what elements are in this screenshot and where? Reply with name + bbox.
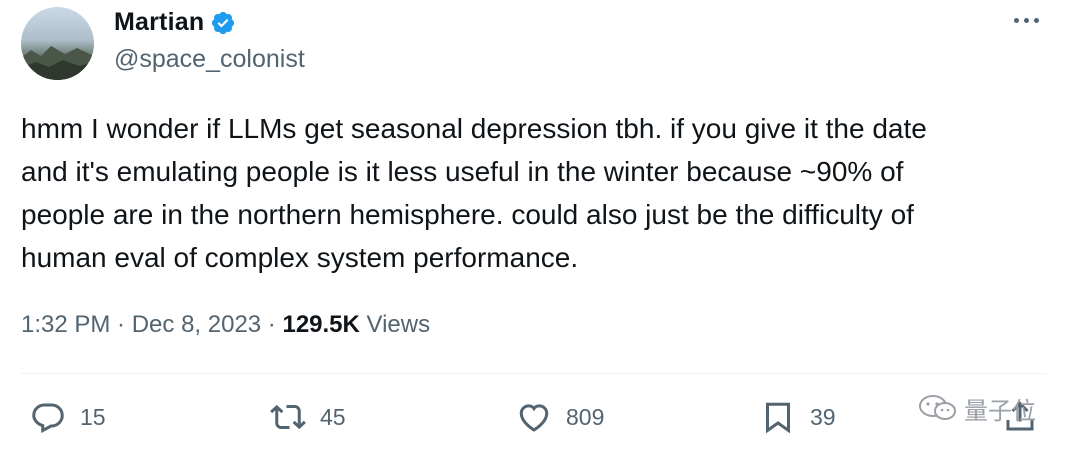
author-name-row: Martian bbox=[114, 8, 236, 37]
views-count: 129.5K bbox=[282, 311, 360, 338]
avatar[interactable] bbox=[21, 7, 94, 80]
tweet-time[interactable]: 1:32 PM bbox=[21, 311, 110, 339]
tweet-card: Martian @space_colonist hmm I wonder if … bbox=[0, 0, 1080, 455]
more-icon[interactable] bbox=[1014, 18, 1044, 28]
like-count: 809 bbox=[566, 403, 605, 430]
retweet-icon bbox=[270, 404, 306, 430]
tweet-date[interactable]: Dec 8, 2023 bbox=[132, 311, 261, 339]
bookmark-icon bbox=[766, 402, 790, 434]
display-name[interactable]: Martian bbox=[114, 8, 204, 37]
like-icon bbox=[519, 404, 549, 432]
avatar-mountain bbox=[21, 46, 94, 80]
meta-separator: · bbox=[261, 311, 283, 338]
bookmark-count: 39 bbox=[810, 403, 836, 430]
reply-count: 15 bbox=[80, 403, 106, 430]
bookmark-button[interactable]: 39 bbox=[760, 393, 836, 441]
watermark: 量子位 bbox=[918, 393, 1036, 425]
meta-separator: · bbox=[110, 311, 132, 338]
divider bbox=[21, 373, 1046, 374]
watermark-text: 量子位 bbox=[964, 397, 1036, 425]
verified-icon bbox=[212, 11, 235, 34]
wechat-icon bbox=[919, 395, 956, 420]
retweet-count: 45 bbox=[320, 403, 346, 430]
tweet-meta: 1:32 PM · Dec 8, 2023 · 129.5K Views bbox=[21, 311, 430, 339]
tweet-text: hmm I wonder if LLMs get seasonal depres… bbox=[21, 113, 927, 273]
reply-button[interactable]: 15 bbox=[30, 393, 106, 441]
like-button[interactable]: 809 bbox=[516, 393, 604, 441]
retweet-button[interactable]: 45 bbox=[270, 393, 346, 441]
reply-icon bbox=[32, 403, 64, 434]
views-label: Views bbox=[359, 311, 431, 338]
author-handle[interactable]: @space_colonist bbox=[114, 45, 305, 74]
